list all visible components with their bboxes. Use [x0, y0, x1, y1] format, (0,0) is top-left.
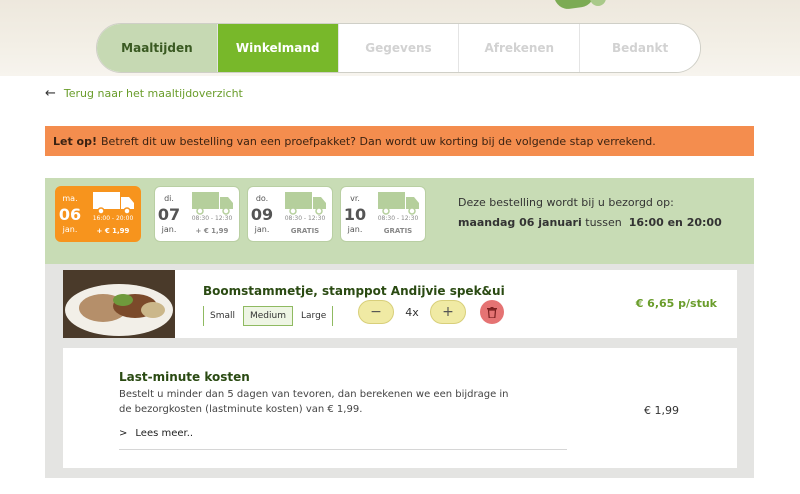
step-afrekenen: Afrekenen — [459, 24, 581, 72]
quantity-value: 4x — [405, 305, 419, 319]
meal-photo — [63, 270, 175, 338]
lastminute-title: Last-minute kosten — [119, 370, 250, 384]
step-gegevens: Gegevens — [338, 24, 460, 72]
time-window: 08:30 - 12:30 — [191, 215, 233, 222]
trash-icon — [487, 306, 497, 318]
delivery-price: + € 1,99 — [195, 227, 229, 235]
step-winkelmand[interactable]: Winkelmand — [217, 24, 339, 72]
day-month: jan. — [347, 225, 363, 234]
meal-image — [63, 270, 175, 338]
truck-icon — [378, 192, 419, 215]
delivery-between: tussen — [585, 216, 622, 229]
time-window: 08:30 - 12:30 — [377, 215, 419, 222]
delivery-day-option[interactable]: ma. 06 jan. 16:00 - 20:00 + € 1,99 — [55, 186, 141, 242]
day-number: 09 — [250, 205, 274, 224]
time-window: 16:00 - 20:00 — [92, 215, 134, 222]
delivery-window: 16:00 en 20:00 — [628, 216, 722, 229]
delivery-info-line: Deze bestelling wordt bij u bezorgd op: — [458, 196, 674, 209]
delivery-date: maandag 06 januari — [458, 216, 582, 229]
arrow-left-icon: ← — [45, 86, 56, 101]
lastminute-card: Last-minute kosten Bestelt u minder dan … — [63, 348, 737, 468]
day-name: ma. — [62, 194, 78, 203]
delivery-day-option[interactable]: do. 09 jan. 08:30 - 12:30 GRATIS — [247, 186, 333, 242]
delivery-day-option[interactable]: vr. 10 jan. 08:30 - 12:30 GRATIS — [340, 186, 426, 242]
checkout-steps: Maaltijden Winkelmand Gegevens Afrekenen… — [96, 23, 701, 73]
day-month: jan. — [161, 225, 177, 234]
size-medium[interactable]: Medium — [243, 306, 293, 326]
size-small[interactable]: Small — [203, 306, 241, 326]
lastminute-price: € 1,99 — [644, 404, 679, 417]
day-number: 06 — [58, 205, 82, 224]
delivery-info-datetime: maandag 06 januari tussen 16:00 en 20:00 — [458, 213, 722, 233]
size-selector: Small Medium Large — [203, 306, 334, 326]
back-link-label: Terug naar het maaltijdoverzicht — [63, 87, 243, 100]
delivery-day-option[interactable]: di. 07 jan. 08:30 - 12:30 + € 1,99 — [154, 186, 240, 242]
step-maaltijden[interactable]: Maaltijden — [97, 24, 218, 72]
day-name: vr. — [350, 194, 360, 203]
day-month: jan. — [254, 225, 270, 234]
back-to-meals-link[interactable]: ← Terug naar het maaltijdoverzicht — [45, 86, 243, 101]
cart-item: Boomstammetje, stamppot Andijvie spek&ui… — [63, 270, 737, 338]
chevron-right-icon: > — [119, 428, 128, 439]
decrease-quantity-button[interactable]: − — [358, 300, 394, 324]
delivery-price: GRATIS — [383, 227, 413, 235]
alert-bold: Let op! — [53, 134, 98, 148]
day-number: 10 — [343, 205, 367, 224]
step-bedankt: Bedankt — [580, 24, 700, 72]
truck-icon — [192, 192, 233, 215]
increase-quantity-button[interactable]: + — [430, 300, 466, 324]
alert-text: Betreft dit uw bestelling van een proefp… — [101, 134, 656, 148]
alert-banner: Let op! Betreft dit uw bestelling van ee… — [45, 126, 754, 156]
meal-title: Boomstammetje, stamppot Andijvie spek&ui — [203, 284, 505, 298]
read-more-label: Lees meer.. — [135, 428, 194, 439]
truck-icon — [93, 192, 134, 215]
size-large[interactable]: Large — [295, 306, 334, 326]
delivery-price: + € 1,99 — [96, 227, 130, 235]
day-name: do. — [255, 194, 269, 203]
day-month: jan. — [62, 225, 78, 234]
quantity-stepper: − 4x + — [358, 300, 504, 324]
delivery-info: Deze bestelling wordt bij u bezorgd op: … — [458, 193, 722, 233]
unit-price: € 6,65 p/stuk — [635, 297, 717, 310]
truck-icon — [285, 192, 326, 215]
delivery-price: GRATIS — [290, 227, 320, 235]
day-name: di. — [164, 194, 174, 203]
time-window: 08:30 - 12:30 — [284, 215, 326, 222]
divider — [119, 449, 567, 450]
day-number: 07 — [157, 205, 181, 224]
read-more-link[interactable]: > Lees meer.. — [119, 428, 193, 439]
delete-item-button[interactable] — [480, 300, 504, 324]
lastminute-text: Bestelt u minder dan 5 dagen van tevoren… — [119, 389, 509, 415]
